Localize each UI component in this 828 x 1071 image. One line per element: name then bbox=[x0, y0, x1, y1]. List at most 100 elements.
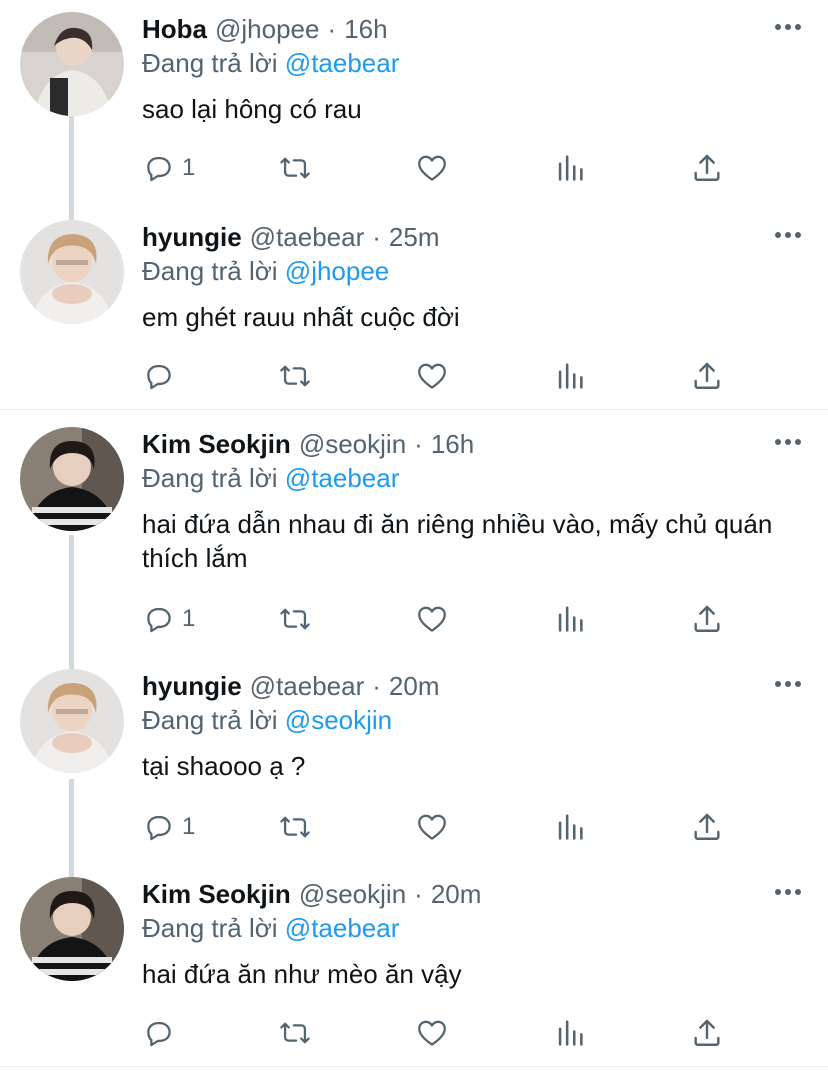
replying-to-label: Đang trả lời bbox=[142, 705, 278, 735]
like-button[interactable] bbox=[415, 150, 449, 186]
retweet-icon bbox=[278, 151, 312, 185]
like-button[interactable] bbox=[415, 358, 449, 394]
like-icon bbox=[415, 151, 449, 185]
reply-icon bbox=[142, 602, 176, 636]
reply-button[interactable]: 1 bbox=[142, 601, 195, 637]
tweet-header: hyungie @taebear · 25m bbox=[142, 220, 440, 254]
analytics-button[interactable] bbox=[553, 809, 587, 845]
retweet-button[interactable] bbox=[278, 1015, 312, 1051]
tweet-actions: 1 bbox=[142, 809, 742, 845]
separator: · bbox=[414, 428, 423, 459]
reply-button[interactable] bbox=[142, 1015, 182, 1051]
tweet-text: tại shaooo ạ ? bbox=[142, 751, 306, 781]
like-icon bbox=[415, 1016, 449, 1050]
replying-to: Đang trả lời @taebear bbox=[142, 913, 399, 944]
reply-button[interactable]: 1 bbox=[142, 809, 195, 845]
retweet-icon bbox=[278, 359, 312, 393]
analytics-icon bbox=[553, 151, 587, 185]
reply-count: 1 bbox=[182, 605, 196, 632]
retweet-button[interactable] bbox=[278, 150, 312, 186]
analytics-button[interactable] bbox=[553, 601, 587, 637]
replying-to: Đang trả lời @jhopee bbox=[142, 256, 389, 287]
reply-count: 1 bbox=[182, 813, 196, 840]
share-button[interactable] bbox=[690, 809, 724, 845]
like-icon bbox=[415, 810, 449, 844]
replying-to-label: Đang trả lời bbox=[142, 913, 278, 943]
share-icon bbox=[690, 602, 724, 636]
like-button[interactable] bbox=[415, 1015, 449, 1051]
separator: · bbox=[372, 670, 381, 701]
mention-link[interactable]: @jhopee bbox=[285, 256, 389, 286]
tweet-header: Kim Seokjin @seokjin · 20m bbox=[142, 877, 481, 911]
like-icon bbox=[415, 359, 449, 393]
retweet-button[interactable] bbox=[278, 358, 312, 394]
separator: · bbox=[327, 13, 337, 44]
share-icon bbox=[690, 1016, 724, 1050]
analytics-icon bbox=[553, 359, 587, 393]
retweet-button[interactable] bbox=[278, 601, 312, 637]
mention-link[interactable]: @taebear bbox=[285, 48, 400, 78]
timestamp[interactable]: 16h bbox=[344, 14, 387, 45]
more-options-icon[interactable] bbox=[768, 671, 808, 697]
like-button[interactable] bbox=[415, 601, 449, 637]
reply-button[interactable]: 1 bbox=[142, 150, 195, 186]
separator: · bbox=[372, 221, 381, 252]
tweet-text: em ghét rauu nhất cuộc đời bbox=[142, 302, 460, 332]
share-button[interactable] bbox=[690, 1015, 724, 1051]
reply-icon bbox=[142, 151, 176, 185]
replying-to: Đang trả lời @taebear bbox=[142, 48, 399, 79]
avatar[interactable] bbox=[20, 12, 124, 116]
thread-connector-line bbox=[69, 535, 74, 669]
analytics-button[interactable] bbox=[553, 150, 587, 186]
retweet-icon bbox=[278, 602, 312, 636]
tweet-actions: 1 bbox=[142, 150, 742, 186]
timestamp[interactable]: 16h bbox=[431, 429, 474, 460]
share-button[interactable] bbox=[690, 150, 724, 186]
share-button[interactable] bbox=[690, 358, 724, 394]
display-name[interactable]: Kim Seokjin bbox=[142, 879, 291, 910]
avatar[interactable] bbox=[20, 669, 124, 773]
user-handle[interactable]: @taebear bbox=[250, 671, 365, 702]
more-options-icon[interactable] bbox=[768, 14, 808, 40]
tweet-header: hyungie @taebear · 20m bbox=[142, 669, 440, 703]
tweet-header: Hoba @jhopee · 16h bbox=[142, 12, 388, 46]
user-handle[interactable]: @seokjin bbox=[299, 879, 406, 910]
more-options-icon[interactable] bbox=[768, 222, 808, 248]
display-name[interactable]: hyungie bbox=[142, 671, 242, 702]
display-name[interactable]: Hoba bbox=[142, 14, 207, 45]
user-handle[interactable]: @taebear bbox=[250, 222, 365, 253]
retweet-icon bbox=[278, 1016, 312, 1050]
timestamp[interactable]: 20m bbox=[389, 671, 440, 702]
display-name[interactable]: Kim Seokjin bbox=[142, 429, 291, 460]
user-handle[interactable]: @seokjin bbox=[299, 429, 406, 460]
replying-to: Đang trả lời @seokjin bbox=[142, 705, 392, 736]
thread-connector-line bbox=[69, 779, 74, 879]
reply-button[interactable] bbox=[142, 358, 182, 394]
avatar[interactable] bbox=[20, 220, 124, 324]
tweet-text: hai đứa dẫn nhau đi ăn riêng nhiều vào, … bbox=[142, 509, 773, 573]
like-button[interactable] bbox=[415, 809, 449, 845]
analytics-button[interactable] bbox=[553, 1015, 587, 1051]
avatar[interactable] bbox=[20, 877, 124, 981]
more-options-icon[interactable] bbox=[768, 879, 808, 905]
share-button[interactable] bbox=[690, 601, 724, 637]
analytics-button[interactable] bbox=[553, 358, 587, 394]
reply-count: 1 bbox=[182, 154, 196, 181]
timestamp[interactable]: 25m bbox=[389, 222, 440, 253]
more-options-icon[interactable] bbox=[768, 429, 808, 455]
mention-link[interactable]: @taebear bbox=[285, 463, 400, 493]
mention-link[interactable]: @seokjin bbox=[285, 705, 392, 735]
timestamp[interactable]: 20m bbox=[431, 879, 482, 910]
replying-to-label: Đang trả lời bbox=[142, 256, 278, 286]
tweet-actions bbox=[142, 358, 742, 394]
retweet-button[interactable] bbox=[278, 809, 312, 845]
tweet-actions: 1 bbox=[142, 601, 742, 637]
reply-icon bbox=[142, 1016, 176, 1050]
user-handle[interactable]: @jhopee bbox=[215, 14, 319, 45]
mention-link[interactable]: @taebear bbox=[285, 913, 400, 943]
share-icon bbox=[690, 151, 724, 185]
display-name[interactable]: hyungie bbox=[142, 222, 242, 253]
thread-divider bbox=[0, 1066, 828, 1067]
tweet-actions bbox=[142, 1015, 742, 1051]
avatar[interactable] bbox=[20, 427, 124, 531]
